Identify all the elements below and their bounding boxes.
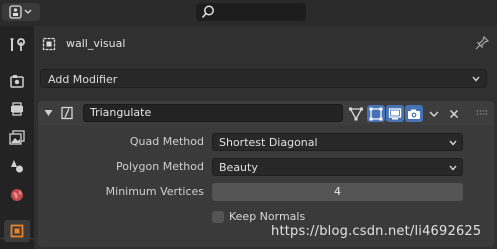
editor-type-button[interactable] (2, 3, 40, 21)
polygon-method-dropdown[interactable]: Beauty (212, 158, 463, 176)
world-globe-icon (11, 189, 23, 201)
keep-normals-label: Keep Normals (229, 210, 306, 223)
triangulate-modifier-icon (61, 106, 73, 120)
object-name: wall_visual (66, 37, 126, 50)
quad-method-value: Shortest Diagonal (219, 136, 318, 149)
keep-normals-checkbox[interactable] (212, 211, 224, 223)
render-toggle[interactable] (405, 105, 423, 122)
pin-icon[interactable] (475, 36, 489, 50)
drag-handle-icon[interactable] (476, 110, 490, 116)
chevron-down-icon (429, 111, 439, 117)
polygon-method-label: Polygon Method (116, 160, 204, 173)
quad-method-dropdown[interactable]: Shortest Diagonal (212, 133, 463, 151)
search-icon (201, 5, 214, 19)
tool-tab[interactable] (4, 34, 30, 56)
output-tab[interactable] (4, 98, 30, 120)
monitor-icon (388, 107, 402, 119)
minimum-vertices-field[interactable]: 4 (212, 183, 463, 201)
object-square-icon (42, 37, 56, 51)
object-square-icon (10, 224, 24, 238)
printer-icon (11, 102, 23, 116)
modifier-panel-header: Triangulate (38, 101, 494, 125)
chevron-down-icon (449, 165, 457, 171)
object-row: wall_visual (34, 26, 497, 62)
vertex-triangle-icon (349, 107, 363, 120)
modifier-name-field[interactable]: Triangulate (83, 104, 343, 122)
wrench-screwdriver-icon (10, 38, 25, 51)
scene-cone-sphere-icon (11, 160, 23, 173)
properties-editor-icon (9, 5, 32, 19)
scene-tab[interactable] (4, 155, 30, 177)
editor-header (0, 0, 497, 26)
properties-main: wall_visual Add Modifier Triangulate Qua… (34, 26, 497, 249)
minimum-vertices-label: Minimum Vertices (105, 185, 204, 198)
remove-modifier-button[interactable] (445, 105, 463, 122)
realtime-viewport-toggle[interactable] (386, 105, 404, 122)
chevron-down-icon (449, 140, 457, 146)
edit-mode-toggle[interactable] (367, 105, 385, 122)
quad-method-label: Quad Method (129, 135, 204, 148)
camera-back-icon (10, 75, 24, 88)
chevron-down-icon (472, 76, 480, 82)
image-stack-icon (9, 130, 25, 145)
collapse-arrow-icon[interactable] (44, 109, 53, 117)
edit-cage-toggle[interactable] (347, 105, 365, 122)
properties-editor: wall_visual Add Modifier Triangulate Qua… (0, 0, 497, 249)
properties-tabs (0, 26, 34, 249)
add-modifier-label: Add Modifier (48, 73, 118, 86)
tab-divider (0, 238, 34, 239)
polygon-method-value: Beauty (219, 161, 258, 174)
camera-icon (408, 109, 420, 119)
render-tab[interactable] (4, 70, 30, 92)
world-tab[interactable] (4, 184, 30, 206)
watermark-text: https://blog.csdn.net/li4692625 (271, 224, 482, 239)
close-icon (449, 109, 459, 118)
search-input[interactable] (196, 3, 306, 21)
edit-mode-square-icon (369, 107, 383, 120)
view-layer-tab[interactable] (4, 127, 30, 149)
add-modifier-dropdown[interactable]: Add Modifier (40, 69, 487, 88)
modifier-extras-dropdown[interactable] (425, 105, 443, 122)
